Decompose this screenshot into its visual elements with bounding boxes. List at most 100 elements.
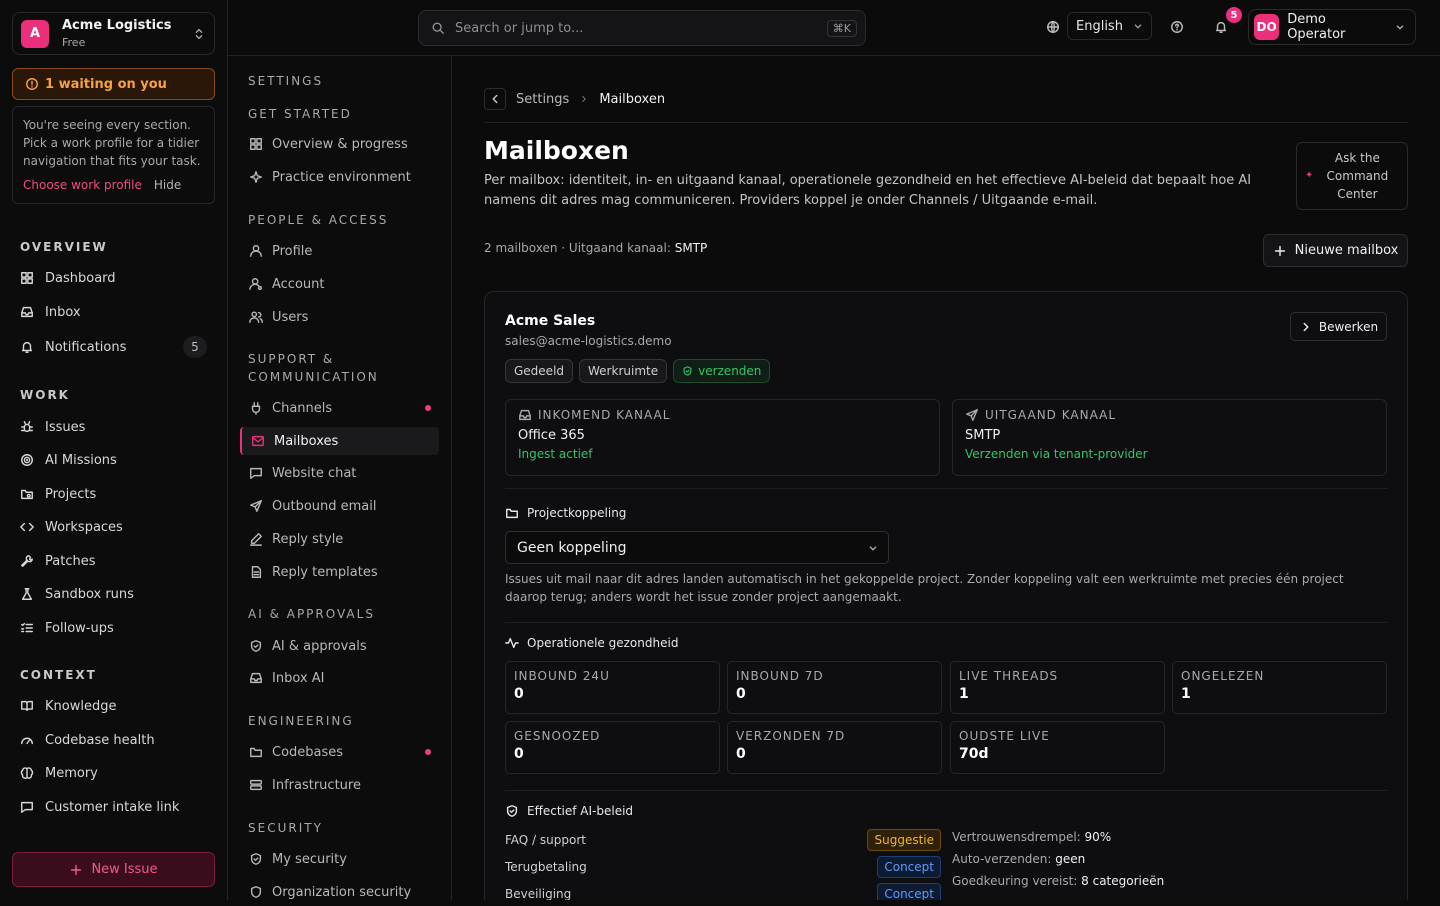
mailbox-tags: Gedeeld Werkruimte verzenden bbox=[505, 359, 771, 383]
threshold-value: 90% bbox=[1084, 830, 1112, 844]
waiting-on-you-banner[interactable]: 1 waiting on you bbox=[12, 68, 215, 100]
metric-value: 0 bbox=[514, 686, 524, 702]
settings-item-ai-approvals[interactable]: AI & approvals bbox=[240, 632, 439, 660]
search-icon bbox=[431, 21, 445, 35]
nav-label: Knowledge bbox=[45, 698, 117, 714]
notifications-bell-icon[interactable]: 5 bbox=[1214, 7, 1242, 34]
new-issue-button[interactable]: New Issue bbox=[12, 852, 215, 887]
ask-command-center-button[interactable]: ✦ Ask the Command Center bbox=[1296, 142, 1408, 210]
settings-item-infrastructure[interactable]: Infrastructure bbox=[240, 771, 439, 799]
inbound-provider: Office 365 bbox=[518, 428, 585, 443]
ai-policy-label: Effectief AI-beleid bbox=[527, 804, 634, 818]
new-issue-label: New Issue bbox=[91, 862, 158, 877]
send-icon bbox=[965, 408, 979, 422]
nav-patches[interactable]: Patches bbox=[12, 546, 215, 576]
settings-item-codebases[interactable]: Codebases bbox=[240, 738, 439, 766]
inbound-channel-panel: INKOMEND KANAAL Office 365 Ingest actief bbox=[505, 399, 940, 476]
nav-workspaces[interactable]: Workspaces bbox=[12, 512, 215, 542]
settings-group-heading: SUPPORT & COMMUNICATION bbox=[248, 352, 379, 384]
settings-item-inbox-ai[interactable]: Inbox AI bbox=[240, 664, 439, 692]
metric-value: 0 bbox=[514, 746, 524, 762]
settings-item-label: Mailboxes bbox=[274, 433, 339, 449]
autosend-label: Auto-verzenden: bbox=[952, 852, 1056, 866]
gauge-icon bbox=[20, 733, 34, 747]
settings-item-label: Account bbox=[272, 276, 325, 292]
back-button[interactable] bbox=[484, 88, 506, 110]
send-icon bbox=[249, 499, 263, 513]
bell-count-badge: 5 bbox=[1226, 7, 1242, 23]
settings-group-heading: AI & APPROVALS bbox=[248, 607, 375, 621]
outbound-channel-panel: UITGAAND KANAAL SMTP Verzenden via tenan… bbox=[952, 399, 1387, 476]
user-menu[interactable]: DO Demo Operator bbox=[1248, 9, 1416, 45]
edit-mailbox-button[interactable]: Bewerken bbox=[1290, 312, 1387, 341]
new-mailbox-button[interactable]: Nieuwe mailbox bbox=[1263, 234, 1408, 267]
tag-sending-label: verzenden bbox=[698, 364, 762, 378]
nav-ai-missions[interactable]: AI Missions bbox=[12, 445, 215, 475]
settings-item-mailboxes[interactable]: Mailboxes bbox=[240, 427, 439, 455]
nav-customer-intake-link[interactable]: Customer intake link bbox=[12, 792, 215, 822]
settings-item-organization-security[interactable]: Organization security bbox=[240, 878, 439, 906]
waiting-label: 1 waiting on you bbox=[45, 76, 167, 92]
grid-icon bbox=[249, 137, 263, 151]
count-text: 2 mailboxen · Uitgaand kanaal: bbox=[484, 241, 675, 255]
server-icon bbox=[249, 778, 263, 792]
context-heading: CONTEXT bbox=[20, 668, 97, 682]
nav-notifications[interactable]: Notifications 5 bbox=[12, 332, 215, 362]
nav-label: Projects bbox=[45, 486, 97, 502]
choose-work-profile-link[interactable]: Choose work profile bbox=[23, 176, 142, 194]
nav-dashboard[interactable]: Dashboard bbox=[12, 263, 215, 293]
org-switcher[interactable]: A Acme Logistics Free bbox=[12, 12, 215, 55]
nav-sandbox-runs[interactable]: Sandbox runs bbox=[12, 579, 215, 609]
hide-hint-button[interactable]: Hide bbox=[154, 176, 181, 194]
settings-group-heading: GET STARTED bbox=[248, 107, 352, 121]
folder-search-icon bbox=[20, 487, 34, 501]
settings-item-my-security[interactable]: My security bbox=[240, 845, 439, 873]
policy-category: Terugbetaling bbox=[505, 860, 587, 874]
chevron-up-down-icon bbox=[192, 27, 206, 41]
threshold-label: Vertrouwensdrempel: bbox=[952, 830, 1085, 844]
settings-item-outbound-email[interactable]: Outbound email bbox=[240, 492, 439, 520]
nav-codebase-health[interactable]: Codebase health bbox=[12, 725, 215, 755]
settings-item-label: Channels bbox=[272, 400, 333, 416]
chevron-down-icon bbox=[866, 541, 880, 555]
org-avatar: A bbox=[21, 19, 49, 48]
global-search[interactable]: ⌘K bbox=[418, 10, 866, 46]
nav-follow-ups[interactable]: Follow-ups bbox=[12, 613, 215, 643]
folder-icon bbox=[249, 745, 263, 759]
settings-item-reply-style[interactable]: Reply style bbox=[240, 525, 439, 553]
metric-value: 0 bbox=[736, 686, 746, 702]
search-input[interactable] bbox=[455, 20, 815, 36]
settings-item-profile[interactable]: Profile bbox=[240, 237, 439, 265]
nav-memory[interactable]: Memory bbox=[12, 758, 215, 788]
settings-title: SETTINGS bbox=[248, 74, 324, 88]
help-circle-icon[interactable] bbox=[1170, 20, 1184, 34]
nav-projects[interactable]: Projects bbox=[12, 479, 215, 509]
breadcrumb-settings-link[interactable]: Settings bbox=[516, 92, 569, 107]
settings-item-reply-templates[interactable]: Reply templates bbox=[240, 558, 439, 586]
breadcrumb: Settings Mailboxen bbox=[484, 88, 665, 110]
edit-label: Bewerken bbox=[1318, 319, 1379, 334]
project-link-select[interactable]: Geen koppeling bbox=[505, 531, 889, 564]
nav-inbox[interactable]: Inbox bbox=[12, 297, 215, 327]
settings-item-account[interactable]: Account bbox=[240, 270, 439, 298]
nav-issues[interactable]: Issues bbox=[12, 412, 215, 442]
approval-value: 8 categorieën bbox=[1081, 874, 1165, 888]
settings-item-label: Reply templates bbox=[272, 564, 378, 580]
nav-knowledge[interactable]: Knowledge bbox=[12, 691, 215, 721]
inbox-icon bbox=[518, 408, 532, 422]
project-link-label: Projectkoppeling bbox=[527, 506, 627, 520]
settings-item-practice-environment[interactable]: Practice environment bbox=[240, 163, 439, 191]
tag-shared: Gedeeld bbox=[505, 359, 574, 383]
settings-item-channels[interactable]: Channels bbox=[240, 394, 439, 422]
plus-icon bbox=[1273, 244, 1287, 258]
language-select[interactable]: English bbox=[1067, 12, 1152, 40]
metric-value: 1 bbox=[959, 686, 969, 702]
settings-item-overview-progress[interactable]: Overview & progress bbox=[240, 130, 439, 158]
attention-dot bbox=[425, 405, 431, 411]
settings-item-label: Practice environment bbox=[272, 169, 411, 185]
settings-item-website-chat[interactable]: Website chat bbox=[240, 459, 439, 487]
settings-item-users[interactable]: Users bbox=[240, 303, 439, 331]
clock-icon bbox=[25, 77, 39, 91]
autosend-value: geen bbox=[1055, 852, 1086, 866]
policy-category: FAQ / support bbox=[505, 833, 586, 847]
